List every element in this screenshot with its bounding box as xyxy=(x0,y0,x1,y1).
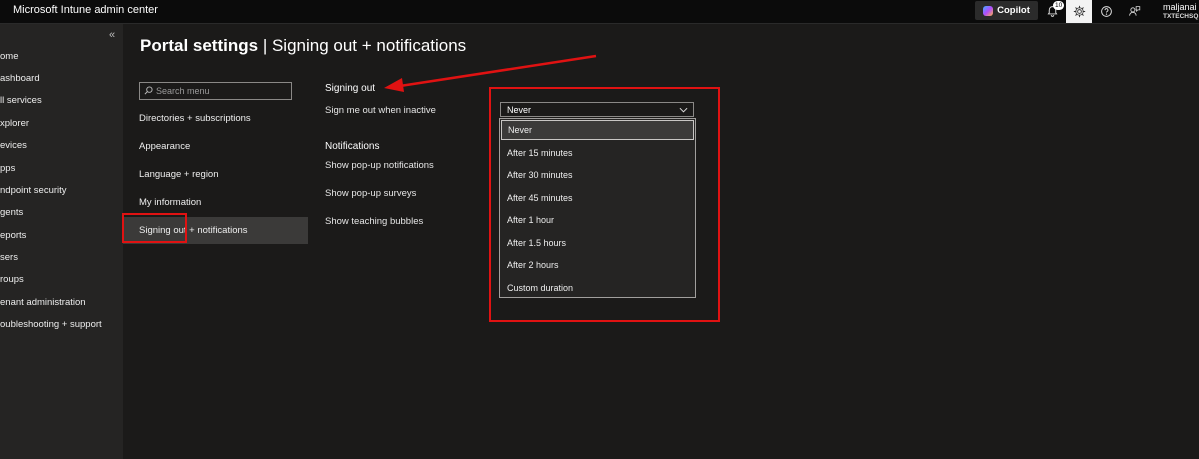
nav-item-groups[interactable]: roups xyxy=(0,274,24,285)
sign-out-inactive-label: Sign me out when inactive xyxy=(325,105,436,116)
user-tenant[interactable]: TXTECHSQ xyxy=(1163,13,1198,20)
menu-item-language-region[interactable]: Language + region xyxy=(123,161,308,188)
menu-item-appearance[interactable]: Appearance xyxy=(123,133,308,160)
menu-item-my-information[interactable]: My information xyxy=(123,189,308,216)
teaching-bubbles-label: Show teaching bubbles xyxy=(325,216,424,227)
help-button[interactable] xyxy=(1093,0,1119,23)
feedback-icon xyxy=(1128,6,1140,16)
nav-item-tenant-administration[interactable]: enant administration xyxy=(0,297,86,308)
search-icon xyxy=(144,86,153,95)
copilot-label: Copilot xyxy=(997,5,1030,16)
nav-item-troubleshooting-support[interactable]: oubleshooting + support xyxy=(0,319,102,330)
page-title-main: Portal settings xyxy=(140,36,259,55)
nav-item-devices[interactable]: evices xyxy=(0,140,27,151)
notifications-heading: Notifications xyxy=(325,141,380,152)
copilot-icon xyxy=(983,5,994,16)
page-title-separator: | xyxy=(258,36,272,55)
help-icon xyxy=(1100,6,1112,17)
top-bar: Microsoft Intune admin center Copilot 10… xyxy=(0,0,1199,24)
nav-item-apps[interactable]: pps xyxy=(0,163,15,174)
user-name[interactable]: maljanai xyxy=(1163,2,1197,12)
search-menu-box[interactable] xyxy=(139,82,292,100)
menu-item-directories-subscriptions[interactable]: Directories + subscriptions xyxy=(123,105,308,132)
nav-item-home[interactable]: ome xyxy=(0,51,18,62)
gear-icon xyxy=(1073,5,1085,18)
nav-item-endpoint-security[interactable]: ndpoint security xyxy=(0,185,67,196)
signing-out-heading: Signing out xyxy=(325,83,376,94)
nav-item-reports[interactable]: eports xyxy=(0,230,26,241)
nav-item-dashboard[interactable]: ashboard xyxy=(0,73,40,84)
notification-count-badge: 10 xyxy=(1053,1,1065,10)
double-chevron-left-icon[interactable]: « xyxy=(109,29,115,41)
nav-item-users[interactable]: sers xyxy=(0,252,18,263)
nav-item-explorer[interactable]: xplorer xyxy=(0,118,29,129)
search-menu-input[interactable] xyxy=(156,84,286,97)
annotation-arrow-icon xyxy=(384,54,597,92)
annotation-highlight-dropdown xyxy=(489,87,720,322)
copilot-button[interactable]: Copilot xyxy=(975,1,1038,20)
left-navigation: « ome ashboard ll services xplorer evice… xyxy=(0,24,123,459)
nav-item-agents[interactable]: gents xyxy=(0,207,23,218)
notifications-button[interactable]: 10 xyxy=(1039,0,1065,23)
app-title[interactable]: Microsoft Intune admin center xyxy=(13,4,158,16)
feedback-button[interactable] xyxy=(1121,0,1147,23)
settings-button[interactable] xyxy=(1066,0,1092,23)
nav-item-all-services[interactable]: ll services xyxy=(0,95,42,106)
annotation-highlight-menu xyxy=(122,213,187,243)
popup-notifications-label: Show pop-up notifications xyxy=(325,160,434,171)
popup-surveys-label: Show pop-up surveys xyxy=(325,188,417,199)
